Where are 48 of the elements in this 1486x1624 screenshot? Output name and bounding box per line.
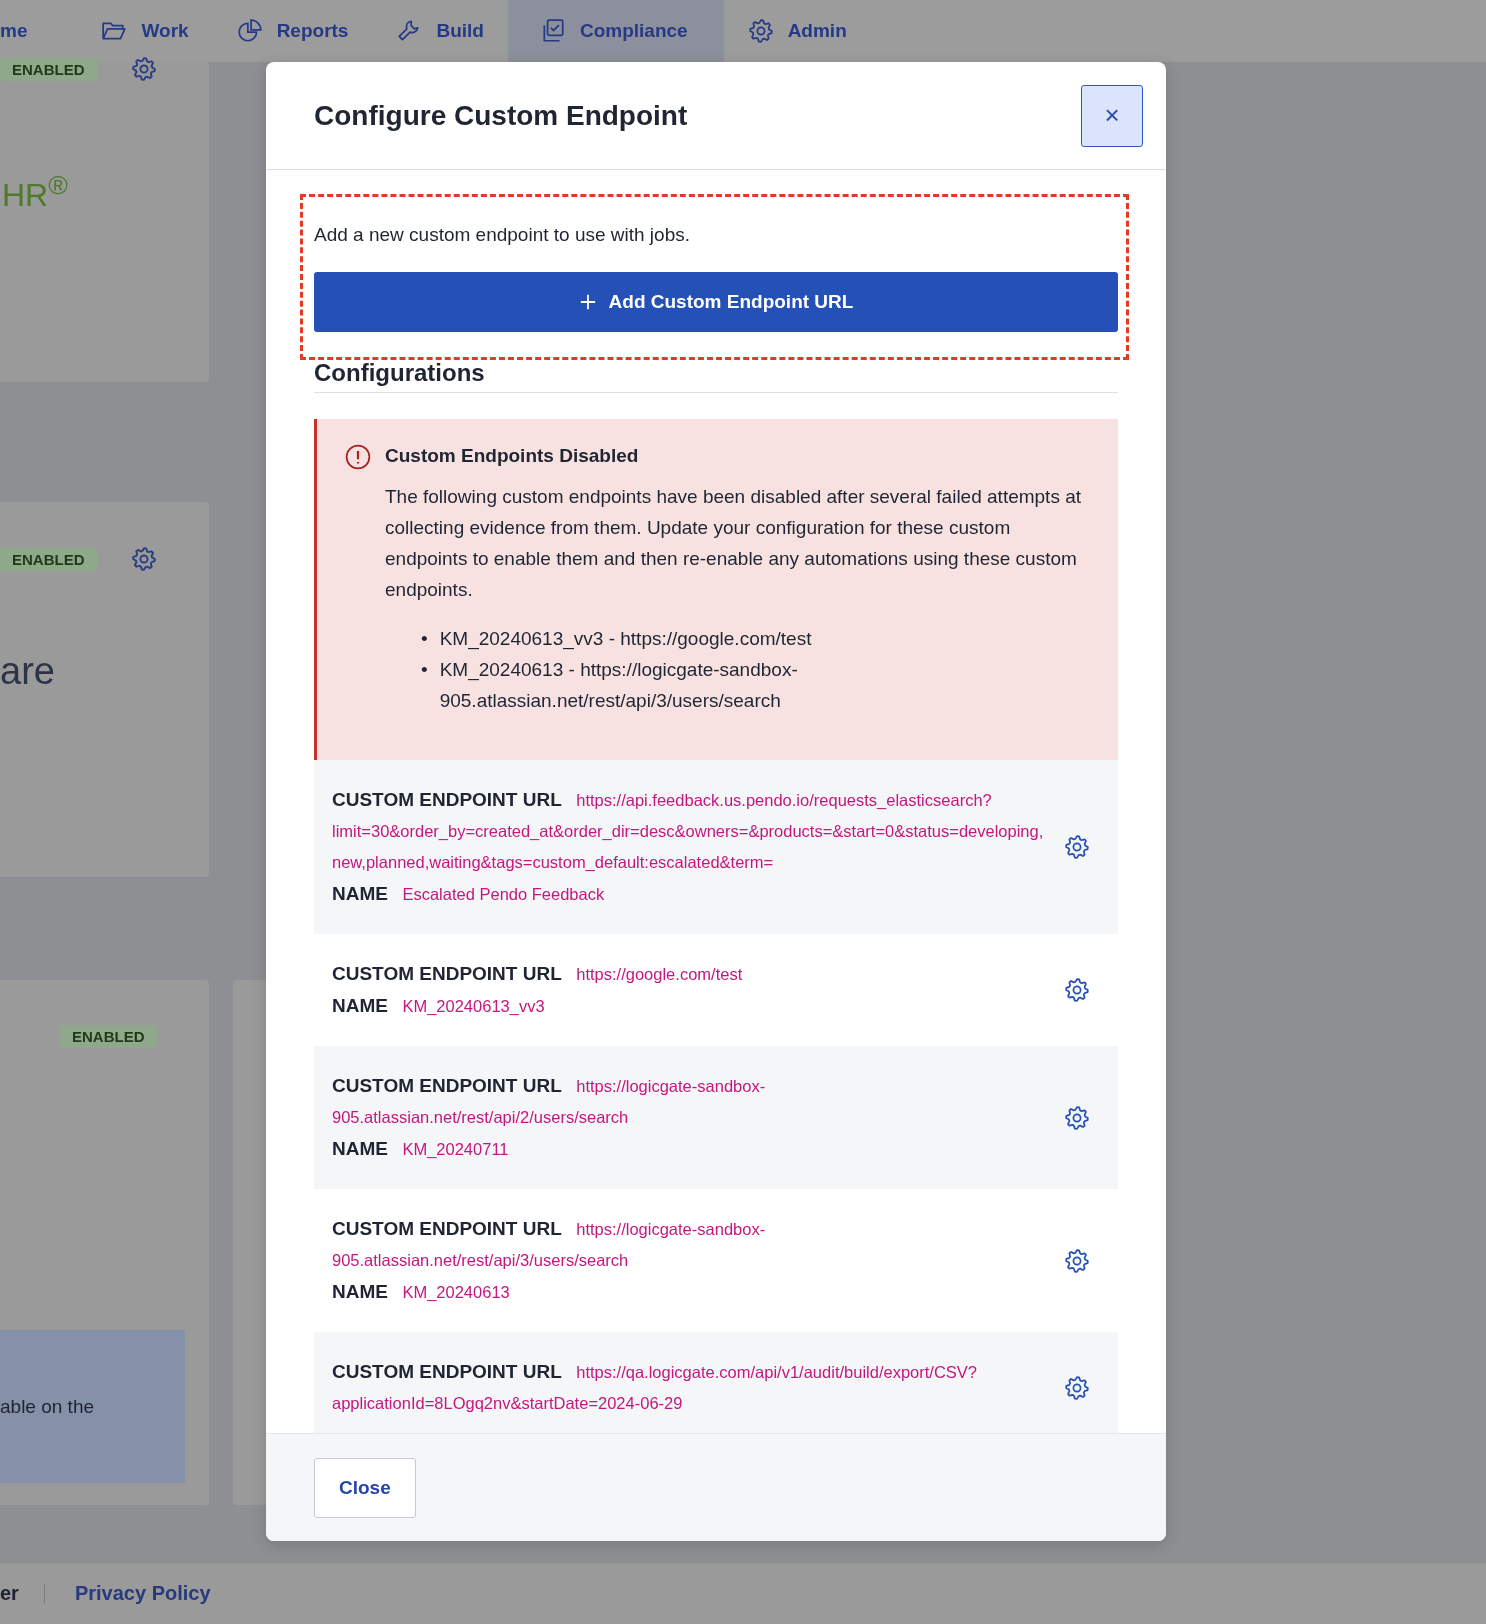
bullet-marker: • xyxy=(421,658,428,682)
field-label: NAME xyxy=(332,995,388,1016)
settings-icon[interactable] xyxy=(1064,1104,1090,1131)
settings-icon xyxy=(747,18,774,44)
name-value: KM_20240613 xyxy=(402,1283,510,1301)
status-badge: ENABLED xyxy=(0,547,97,571)
name-value: KM_20240613_vv3 xyxy=(402,997,545,1015)
pie-chart-icon xyxy=(236,18,263,44)
status-badge: ENABLED xyxy=(60,1025,157,1048)
endpoint-url-line: CUSTOM ENDPOINT URL https://api.feedback.us.pendo.io/requests_elasticsearch?limit=30&order_by=created_at&order_dir=desc&owners=&products=&start=0&status=developing,new,planned,waiting&tags=custom_default:escalated&term= xyxy=(332,788,1044,873)
warning-icon xyxy=(345,444,371,470)
footer-link[interactable]: er xyxy=(0,1582,19,1605)
list-item: KM_20240613_vv3 - https://google.com/test xyxy=(439,627,812,652)
endpoint-url-line: CUSTOM ENDPOINT URL https://logicgate-sandbox-905.atlassian.net/rest/api/3/users/search xyxy=(332,1217,767,1271)
field-label: NAME xyxy=(332,1281,388,1302)
card-title: are xyxy=(0,650,56,693)
settings-icon[interactable] xyxy=(1064,1374,1090,1401)
name-value: Escalated Pendo Feedback xyxy=(402,885,605,903)
nav-tab[interactable]: Reports xyxy=(212,0,373,62)
alert-title: Custom Endpoints Disabled xyxy=(385,445,640,467)
nav-tab[interactable]: Build xyxy=(372,0,508,62)
logo-text: HR$^{®}$ xyxy=(2,170,69,214)
list-item: KM_20240613 - https://logicgate-sandbox-905.atlassian.net/rest/api/3/users/search xyxy=(439,658,799,713)
field-label: NAME xyxy=(332,1138,388,1159)
section-heading: Configurations xyxy=(314,358,1118,393)
endpoint-url-line: CUSTOM ENDPOINT URL https://logicgate-sandbox-905.atlassian.net/rest/api/2/users/search xyxy=(332,1074,767,1128)
status-badge: ENABLED xyxy=(0,57,97,81)
endpoint-url-line: CUSTOM ENDPOINT URL https://google.com/test xyxy=(332,962,744,986)
alert-text: The following custom endpoints have been disabled after several failed attempts at collecting evidence from them. Update your configuration for these custom endpoints to enable them and then re-enable any automations using these custom endpoints. xyxy=(385,485,1083,602)
settings-icon[interactable] xyxy=(1064,977,1090,1003)
settings-icon[interactable] xyxy=(130,56,157,82)
name-value: KM_20240711 xyxy=(402,1140,509,1158)
dialog-title: Configure Custom Endpoint xyxy=(314,99,688,132)
bullet-marker: • xyxy=(421,627,428,651)
description-text: Add a new custom endpoint to use with jobs. xyxy=(314,223,691,247)
nav-tab[interactable]: Compliance xyxy=(507,0,724,62)
endpoint-url-line: CUSTOM ENDPOINT URL https://qa.logicgate.com/api/v1/audit/build/export/CSV?applicationId=8LOgq2nv&startDate=2024-06-29 xyxy=(332,1360,979,1414)
plus-icon xyxy=(578,293,597,311)
settings-icon[interactable] xyxy=(1064,834,1090,860)
footer-link[interactable]: Privacy Policy xyxy=(74,1582,211,1605)
add-endpoint-button[interactable]: Add Custom Endpoint URL xyxy=(314,272,1118,332)
info-text: able on the xyxy=(0,1395,95,1418)
field-label: NAME xyxy=(332,883,388,904)
settings-icon[interactable] xyxy=(130,546,157,572)
nav-tab[interactable]: Admin xyxy=(723,0,871,62)
close-button[interactable]: × xyxy=(1081,84,1143,147)
close-button[interactable]: Close xyxy=(314,1457,416,1518)
settings-icon[interactable] xyxy=(1064,1247,1090,1274)
